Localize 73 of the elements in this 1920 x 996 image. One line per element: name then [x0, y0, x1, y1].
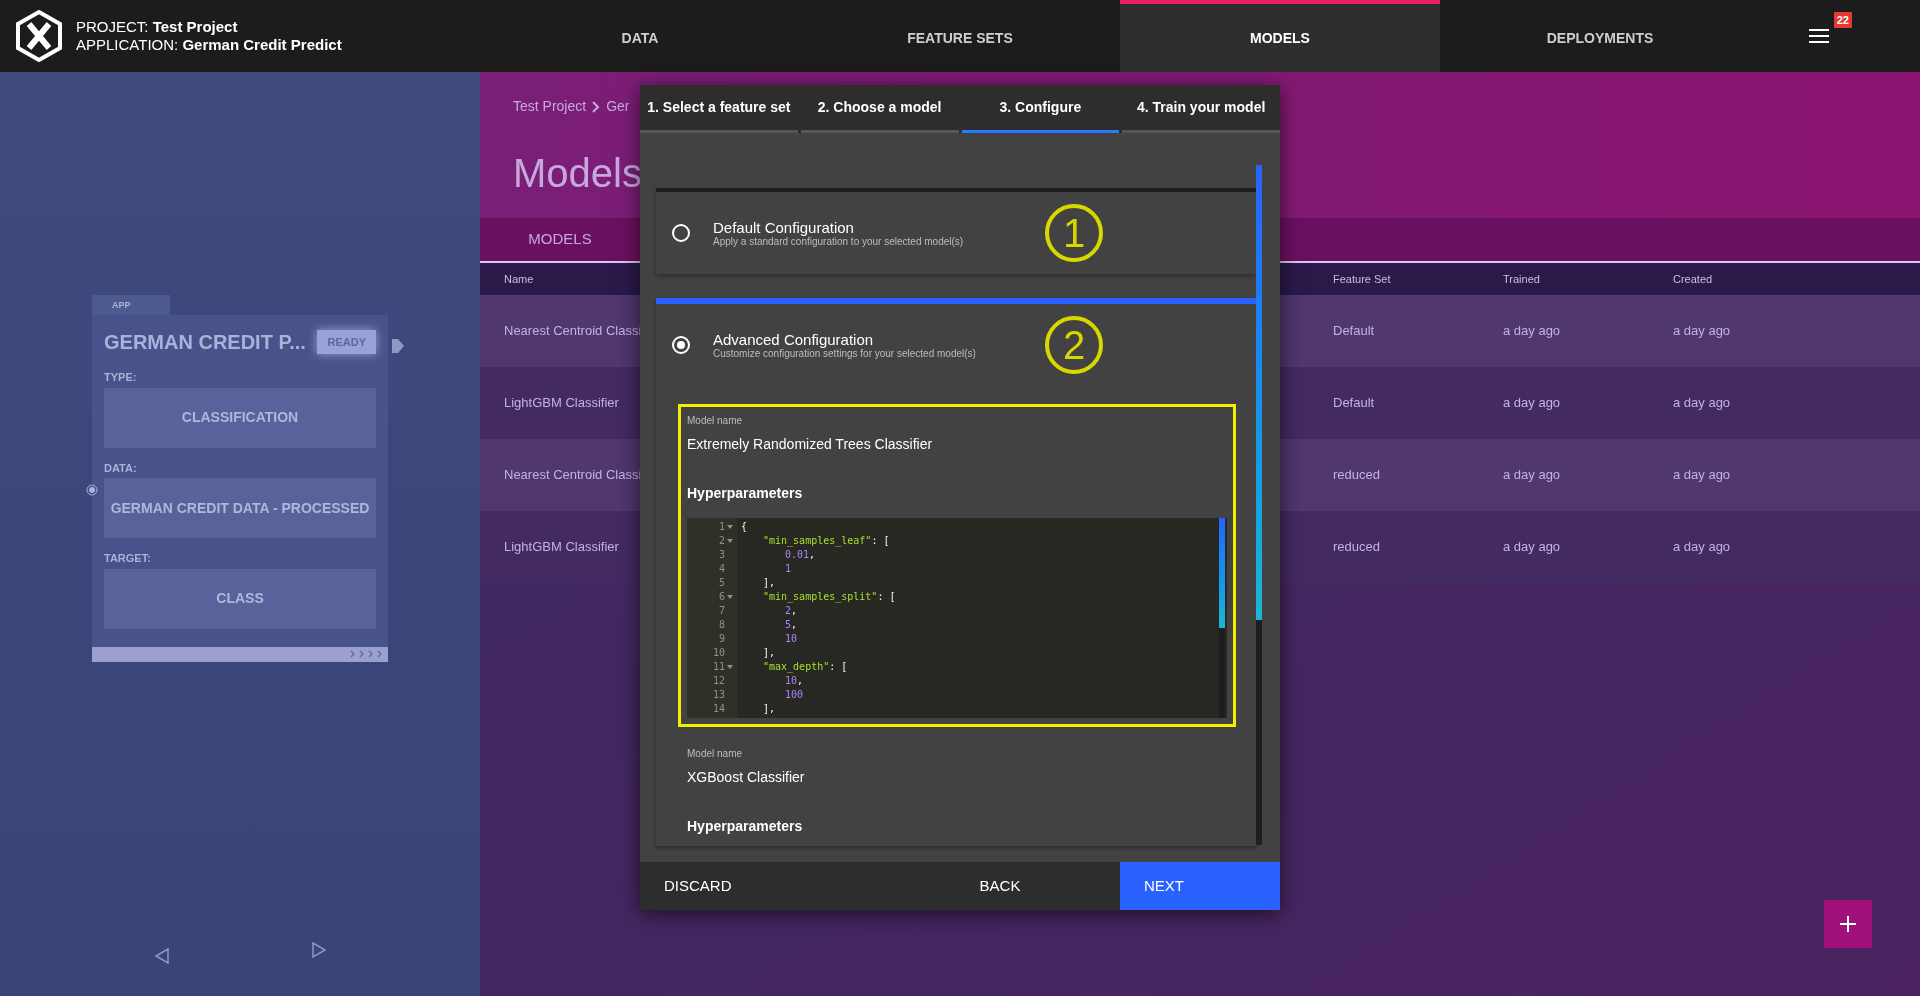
field-value: GERMAN CREDIT DATA - PROCESSED — [104, 478, 376, 538]
table-cell: a day ago — [1673, 395, 1731, 411]
code-line: ], — [763, 703, 776, 714]
line-number: 11 — [712, 660, 725, 674]
field-label: TARGET: — [104, 551, 152, 566]
option-description: Customize configuration settings for your selected model(s) — [713, 347, 977, 359]
model-name: Extremely Randomized Trees Classifier — [687, 435, 934, 454]
field-label: Model name — [687, 747, 744, 761]
table-cell: LightGBM Classifier — [504, 395, 619, 411]
line-number: 8 — [718, 618, 725, 632]
table-cell: Default — [1333, 323, 1375, 339]
application-label: APPLICATION: — [76, 36, 179, 53]
table-cell: reduced — [1333, 467, 1380, 483]
column-header: Name — [504, 272, 534, 285]
section-heading: Hyperparameters — [687, 484, 804, 503]
code-line: 5, — [785, 619, 798, 630]
code-line: 10 — [785, 633, 798, 644]
notification-badge: 22 — [1833, 12, 1852, 28]
code-line: { — [741, 521, 748, 532]
section-heading: Hyperparameters — [687, 817, 804, 836]
line-number: 4 — [718, 562, 725, 576]
table-cell: a day ago — [1673, 323, 1731, 339]
table-cell: Default — [1333, 395, 1375, 411]
line-number: 12 — [712, 674, 725, 688]
line-number: 6 — [718, 590, 725, 604]
line-number: 7 — [718, 604, 725, 618]
line-number: 3 — [718, 548, 725, 562]
line-number: 10 — [712, 646, 725, 660]
table-cell: a day ago — [1503, 395, 1561, 411]
annotation-number: 1 — [1045, 204, 1103, 262]
line-number: 13 — [712, 688, 725, 702]
code-line: 1 — [785, 563, 792, 574]
column-header: Trained — [1503, 272, 1540, 285]
line-number: 9 — [718, 632, 725, 646]
model-name: XGBoost Classifier — [687, 768, 806, 787]
code-line: "min_samples_split": [ — [763, 591, 896, 602]
project-name: Test Project — [152, 18, 238, 35]
code-line: 10, — [785, 675, 804, 686]
table-cell: a day ago — [1503, 323, 1561, 339]
application-name: German Credit Predict — [182, 36, 342, 53]
line-number: 1 — [718, 520, 725, 534]
project-label: PROJECT: — [76, 18, 149, 35]
option-title: Default Configuration — [713, 219, 855, 236]
code-line: ], — [763, 577, 776, 588]
option-description: Apply a standard configuration to your selected model(s) — [713, 235, 965, 247]
page-title: Models — [513, 150, 643, 197]
table-cell: a day ago — [1503, 539, 1561, 555]
column-header: Feature Set — [1333, 272, 1391, 285]
field-label: DATA: — [104, 460, 138, 476]
status-badge: READY — [317, 329, 376, 355]
field-label: Model name — [687, 414, 744, 428]
option-title: Advanced Configuration — [713, 331, 875, 348]
code-line: 100 — [785, 689, 804, 700]
table-cell: a day ago — [1673, 539, 1731, 555]
app-title: GERMAN CREDIT P... — [104, 330, 306, 355]
code-line: ], — [763, 647, 776, 658]
line-number: 2 — [718, 534, 725, 548]
code-line: 2, — [785, 605, 798, 616]
code-line: "max_depth": [ — [763, 661, 848, 672]
annotation-number: 2 — [1045, 316, 1103, 374]
field-value: CLASSIFICATION — [104, 387, 376, 448]
line-number: 14 — [712, 702, 725, 716]
table-cell: LightGBM Classifier — [504, 539, 619, 555]
code-line: "min_samples_leaf": [ — [763, 535, 890, 546]
field-value: CLASS — [104, 568, 376, 629]
table-cell: reduced — [1333, 539, 1380, 555]
table-cell: a day ago — [1673, 467, 1731, 483]
column-header: Created — [1673, 272, 1713, 285]
app-tab-label: APP — [92, 295, 170, 315]
field-label: TYPE: — [104, 370, 138, 385]
code-line: 0.01, — [785, 549, 816, 560]
line-number: 5 — [718, 576, 725, 590]
table-cell: a day ago — [1503, 467, 1561, 483]
